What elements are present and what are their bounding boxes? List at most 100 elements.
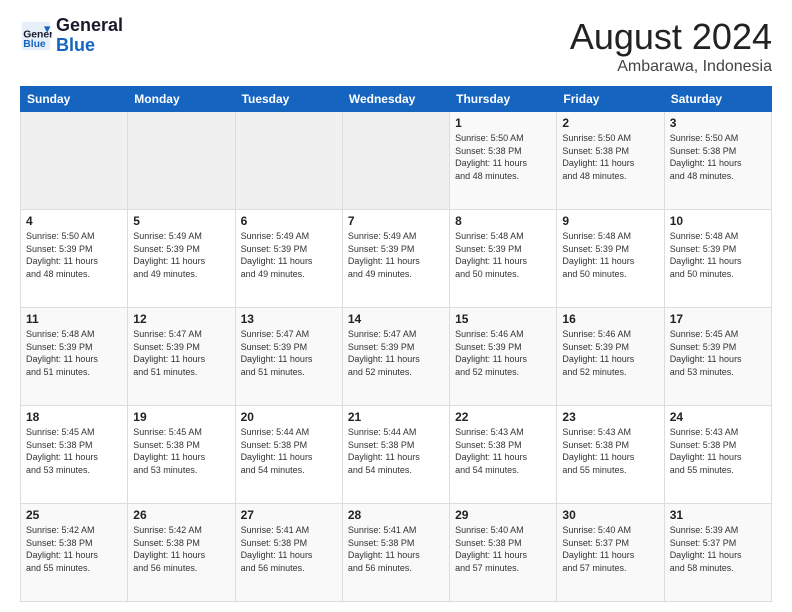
calendar-cell: 2 Sunrise: 5:50 AM Sunset: 5:38 PM Daylig… xyxy=(557,112,664,210)
calendar-cell xyxy=(342,112,449,210)
calendar-header-tuesday: Tuesday xyxy=(235,87,342,112)
logo: General Blue General Blue xyxy=(20,16,123,56)
day-info: Sunrise: 5:50 AM Sunset: 5:38 PM Dayligh… xyxy=(455,132,551,182)
calendar-cell xyxy=(235,112,342,210)
calendar-cell: 11 Sunrise: 5:48 AM Sunset: 5:39 PM Dayli… xyxy=(21,308,128,406)
day-number: 15 xyxy=(455,312,551,326)
svg-text:Blue: Blue xyxy=(23,39,46,50)
calendar-cell xyxy=(21,112,128,210)
calendar-week-0: 1 Sunrise: 5:50 AM Sunset: 5:38 PM Daylig… xyxy=(21,112,772,210)
calendar-header-row: SundayMondayTuesdayWednesdayThursdayFrid… xyxy=(21,87,772,112)
main-title: August 2024 xyxy=(570,16,772,58)
calendar-cell: 5 Sunrise: 5:49 AM Sunset: 5:39 PM Daylig… xyxy=(128,210,235,308)
day-number: 2 xyxy=(562,116,658,130)
calendar-cell: 8 Sunrise: 5:48 AM Sunset: 5:39 PM Daylig… xyxy=(450,210,557,308)
day-number: 21 xyxy=(348,410,444,424)
calendar-cell: 26Sunrise: 5:42 AM Sunset: 5:38 PM Dayli… xyxy=(128,504,235,602)
day-number: 13 xyxy=(241,312,337,326)
day-number: 1 xyxy=(455,116,551,130)
day-number: 24 xyxy=(670,410,766,424)
day-info: Sunrise: 5:43 AM Sunset: 5:38 PM Dayligh… xyxy=(670,426,766,476)
day-info: Sunrise: 5:39 AM Sunset: 5:37 PM Dayligh… xyxy=(670,524,766,574)
calendar-table: SundayMondayTuesdayWednesdayThursdayFrid… xyxy=(20,86,772,602)
header: General Blue General Blue August 2024 Am… xyxy=(20,16,772,76)
day-info: Sunrise: 5:47 AM Sunset: 5:39 PM Dayligh… xyxy=(348,328,444,378)
calendar-cell: 13Sunrise: 5:47 AM Sunset: 5:39 PM Dayli… xyxy=(235,308,342,406)
day-number: 12 xyxy=(133,312,229,326)
day-info: Sunrise: 5:50 AM Sunset: 5:39 PM Dayligh… xyxy=(26,230,122,280)
calendar-week-1: 4 Sunrise: 5:50 AM Sunset: 5:39 PM Daylig… xyxy=(21,210,772,308)
calendar-week-2: 11 Sunrise: 5:48 AM Sunset: 5:39 PM Dayli… xyxy=(21,308,772,406)
calendar-cell: 12 Sunrise: 5:47 AM Sunset: 5:39 PM Dayli… xyxy=(128,308,235,406)
calendar-cell: 19 Sunrise: 5:45 AM Sunset: 5:38 PM Dayli… xyxy=(128,406,235,504)
day-number: 9 xyxy=(562,214,658,228)
day-number: 19 xyxy=(133,410,229,424)
day-number: 29 xyxy=(455,508,551,522)
calendar-cell xyxy=(128,112,235,210)
day-number: 14 xyxy=(348,312,444,326)
calendar-cell: 20 Sunrise: 5:44 AM Sunset: 5:38 PM Dayli… xyxy=(235,406,342,504)
day-info: Sunrise: 5:50 AM Sunset: 5:38 PM Dayligh… xyxy=(562,132,658,182)
day-info: Sunrise: 5:47 AM Sunset: 5:39 PM Dayligh… xyxy=(133,328,229,378)
day-number: 31 xyxy=(670,508,766,522)
calendar-cell: 22Sunrise: 5:43 AM Sunset: 5:38 PM Dayli… xyxy=(450,406,557,504)
calendar-week-4: 25Sunrise: 5:42 AM Sunset: 5:38 PM Dayli… xyxy=(21,504,772,602)
page: General Blue General Blue August 2024 Am… xyxy=(0,0,792,612)
logo-line1: General xyxy=(56,16,123,36)
day-number: 7 xyxy=(348,214,444,228)
day-info: Sunrise: 5:49 AM Sunset: 5:39 PM Dayligh… xyxy=(133,230,229,280)
day-info: Sunrise: 5:48 AM Sunset: 5:39 PM Dayligh… xyxy=(455,230,551,280)
subtitle: Ambarawa, Indonesia xyxy=(570,58,772,76)
day-number: 30 xyxy=(562,508,658,522)
calendar-cell: 24 Sunrise: 5:43 AM Sunset: 5:38 PM Dayli… xyxy=(664,406,771,504)
day-info: Sunrise: 5:49 AM Sunset: 5:39 PM Dayligh… xyxy=(348,230,444,280)
calendar-cell: 29Sunrise: 5:40 AM Sunset: 5:38 PM Dayli… xyxy=(450,504,557,602)
day-number: 28 xyxy=(348,508,444,522)
day-info: Sunrise: 5:44 AM Sunset: 5:38 PM Dayligh… xyxy=(241,426,337,476)
calendar-cell: 9 Sunrise: 5:48 AM Sunset: 5:39 PM Daylig… xyxy=(557,210,664,308)
calendar-cell: 16 Sunrise: 5:46 AM Sunset: 5:39 PM Dayli… xyxy=(557,308,664,406)
day-info: Sunrise: 5:48 AM Sunset: 5:39 PM Dayligh… xyxy=(670,230,766,280)
calendar-cell: 6 Sunrise: 5:49 AM Sunset: 5:39 PM Daylig… xyxy=(235,210,342,308)
calendar-cell: 4 Sunrise: 5:50 AM Sunset: 5:39 PM Daylig… xyxy=(21,210,128,308)
day-info: Sunrise: 5:42 AM Sunset: 5:38 PM Dayligh… xyxy=(26,524,122,574)
calendar-cell: 1 Sunrise: 5:50 AM Sunset: 5:38 PM Daylig… xyxy=(450,112,557,210)
calendar-cell: 3 Sunrise: 5:50 AM Sunset: 5:38 PM Daylig… xyxy=(664,112,771,210)
day-info: Sunrise: 5:48 AM Sunset: 5:39 PM Dayligh… xyxy=(562,230,658,280)
day-number: 4 xyxy=(26,214,122,228)
calendar-cell: 27Sunrise: 5:41 AM Sunset: 5:38 PM Dayli… xyxy=(235,504,342,602)
calendar-cell: 30Sunrise: 5:40 AM Sunset: 5:37 PM Dayli… xyxy=(557,504,664,602)
calendar-cell: 31 Sunrise: 5:39 AM Sunset: 5:37 PM Dayli… xyxy=(664,504,771,602)
calendar-cell: 15Sunrise: 5:46 AM Sunset: 5:39 PM Dayli… xyxy=(450,308,557,406)
calendar-cell: 25Sunrise: 5:42 AM Sunset: 5:38 PM Dayli… xyxy=(21,504,128,602)
day-info: Sunrise: 5:43 AM Sunset: 5:38 PM Dayligh… xyxy=(562,426,658,476)
day-info: Sunrise: 5:45 AM Sunset: 5:39 PM Dayligh… xyxy=(670,328,766,378)
calendar-header-saturday: Saturday xyxy=(664,87,771,112)
day-info: Sunrise: 5:44 AM Sunset: 5:38 PM Dayligh… xyxy=(348,426,444,476)
day-number: 8 xyxy=(455,214,551,228)
day-info: Sunrise: 5:45 AM Sunset: 5:38 PM Dayligh… xyxy=(133,426,229,476)
calendar-header-friday: Friday xyxy=(557,87,664,112)
day-info: Sunrise: 5:49 AM Sunset: 5:39 PM Dayligh… xyxy=(241,230,337,280)
day-info: Sunrise: 5:41 AM Sunset: 5:38 PM Dayligh… xyxy=(241,524,337,574)
calendar-cell: 23Sunrise: 5:43 AM Sunset: 5:38 PM Dayli… xyxy=(557,406,664,504)
day-number: 22 xyxy=(455,410,551,424)
day-number: 20 xyxy=(241,410,337,424)
day-number: 16 xyxy=(562,312,658,326)
calendar-cell: 21 Sunrise: 5:44 AM Sunset: 5:38 PM Dayli… xyxy=(342,406,449,504)
day-info: Sunrise: 5:45 AM Sunset: 5:38 PM Dayligh… xyxy=(26,426,122,476)
calendar-cell: 28Sunrise: 5:41 AM Sunset: 5:38 PM Dayli… xyxy=(342,504,449,602)
day-number: 11 xyxy=(26,312,122,326)
logo-icon: General Blue xyxy=(20,20,52,52)
day-info: Sunrise: 5:46 AM Sunset: 5:39 PM Dayligh… xyxy=(562,328,658,378)
day-number: 3 xyxy=(670,116,766,130)
day-info: Sunrise: 5:48 AM Sunset: 5:39 PM Dayligh… xyxy=(26,328,122,378)
day-number: 5 xyxy=(133,214,229,228)
logo-line2: Blue xyxy=(56,36,123,56)
calendar-cell: 10Sunrise: 5:48 AM Sunset: 5:39 PM Dayli… xyxy=(664,210,771,308)
day-info: Sunrise: 5:42 AM Sunset: 5:38 PM Dayligh… xyxy=(133,524,229,574)
day-info: Sunrise: 5:50 AM Sunset: 5:38 PM Dayligh… xyxy=(670,132,766,182)
day-number: 6 xyxy=(241,214,337,228)
title-block: August 2024 Ambarawa, Indonesia xyxy=(570,16,772,76)
calendar-cell: 7 Sunrise: 5:49 AM Sunset: 5:39 PM Daylig… xyxy=(342,210,449,308)
